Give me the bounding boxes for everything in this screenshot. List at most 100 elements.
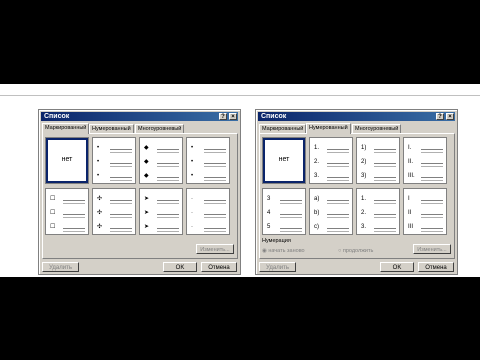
text-placeholder-line	[421, 217, 443, 218]
list-style-option[interactable]: нет	[45, 137, 89, 184]
text-placeholder-line	[157, 228, 179, 229]
list-sample-row: •	[191, 172, 226, 181]
delete-button[interactable]: Удалить	[259, 262, 296, 272]
text-placeholder-line	[157, 217, 179, 218]
continue-radio[interactable]: ○ продолжить	[338, 248, 373, 254]
text-placeholder-line	[421, 163, 443, 164]
change-button[interactable]: Изменить...	[196, 244, 234, 254]
list-marker: •	[97, 159, 100, 165]
dialog-titlebar: Список ? ×	[41, 112, 238, 121]
text-placeholder-line	[374, 177, 396, 178]
text-placeholder-line	[110, 231, 132, 232]
tab-bulleted[interactable]: Маркированный	[42, 123, 90, 134]
list-marker: ✣	[97, 210, 103, 216]
list-sample-row: 1)	[361, 144, 396, 153]
list-marker: ➤	[144, 210, 150, 216]
list-sample-row: 3.	[314, 172, 349, 181]
text-placeholder-line	[157, 214, 179, 215]
list-marker: c)	[314, 224, 319, 230]
text-placeholder-line	[110, 166, 132, 167]
separator-line	[0, 95, 480, 96]
list-dialog-numbered: Список ? × Маркированный Нумерованный Мн…	[255, 109, 458, 275]
list-style-option[interactable]: • • •	[186, 137, 230, 184]
list-style-option[interactable]: 1. 2. 3.	[356, 188, 400, 235]
list-marker: 5	[267, 224, 271, 230]
list-sample-row: ☐	[50, 209, 85, 218]
list-style-option[interactable]: 3 4 5	[262, 188, 306, 235]
text-placeholder-line	[157, 180, 179, 181]
list-marker: 2.	[361, 210, 367, 216]
text-placeholder-line	[327, 163, 349, 164]
list-marker: ✣	[97, 224, 103, 230]
text-placeholder-line	[327, 180, 349, 181]
text-placeholder-line	[421, 228, 443, 229]
list-sample-row: 3.	[361, 223, 396, 232]
list-sample-row: I.	[408, 144, 443, 153]
list-marker: a)	[314, 196, 320, 202]
tab-numbered[interactable]: Нумерованный	[306, 123, 351, 134]
list-style-option[interactable]: 1) 2) 3)	[356, 137, 400, 184]
text-placeholder-line	[421, 214, 443, 215]
cancel-button[interactable]: Отмена	[418, 262, 454, 272]
list-marker: I	[408, 196, 410, 202]
list-style-option[interactable]: I. II. III.	[403, 137, 447, 184]
list-style-option[interactable]: · · ·	[186, 188, 230, 235]
text-placeholder-line	[421, 200, 443, 201]
text-placeholder-line	[157, 163, 179, 164]
ok-button[interactable]: OK	[380, 262, 414, 272]
list-sample-row: 5	[267, 223, 302, 232]
list-sample-row: a)	[314, 195, 349, 204]
list-marker: ◆	[144, 173, 149, 179]
text-placeholder-line	[157, 149, 179, 150]
list-style-option[interactable]: ☐ ☐ ☐	[45, 188, 89, 235]
style-gallery: нет • • • ◆ ◆ ◆ • • • ☐ ☐ ☐ ✣ ✣ ✣ ➤ ➤ ➤ · · ·	[45, 137, 233, 241]
list-style-option[interactable]: 1. 2. 3.	[309, 137, 353, 184]
list-sample-row: •	[191, 144, 226, 153]
list-style-option[interactable]: ✣ ✣ ✣	[92, 188, 136, 235]
text-placeholder-line	[204, 217, 226, 218]
list-marker: ·	[191, 196, 193, 202]
text-placeholder-line	[157, 177, 179, 178]
text-placeholder-line	[374, 217, 396, 218]
list-marker: •	[191, 173, 194, 179]
delete-button[interactable]: Удалить	[42, 262, 79, 272]
question-icon[interactable]: ?	[219, 113, 227, 120]
list-sample-row: •	[97, 144, 132, 153]
list-style-option[interactable]: I II III	[403, 188, 447, 235]
text-placeholder-line	[327, 228, 349, 229]
list-sample-row: ·	[191, 223, 226, 232]
list-style-option[interactable]: • • •	[92, 137, 136, 184]
text-placeholder-line	[204, 228, 226, 229]
close-icon[interactable]: ×	[446, 113, 454, 120]
text-placeholder-line	[374, 214, 396, 215]
restart-radio[interactable]: ◉ начать заново	[262, 248, 305, 254]
ok-button[interactable]: OK	[163, 262, 197, 272]
change-button[interactable]: Изменить...	[413, 244, 451, 254]
list-style-option[interactable]: a) b) c)	[309, 188, 353, 235]
list-style-option[interactable]: ➤ ➤ ➤	[139, 188, 183, 235]
question-icon[interactable]: ?	[436, 113, 444, 120]
list-sample-row: ☐	[50, 195, 85, 204]
list-style-option[interactable]: нет	[262, 137, 306, 184]
list-marker: 4	[267, 210, 271, 216]
list-marker: •	[191, 145, 194, 151]
text-placeholder-line	[204, 152, 226, 153]
text-placeholder-line	[157, 200, 179, 201]
close-icon[interactable]: ×	[229, 113, 237, 120]
text-placeholder-line	[204, 163, 226, 164]
text-placeholder-line	[374, 163, 396, 164]
text-placeholder-line	[110, 177, 132, 178]
text-placeholder-line	[421, 166, 443, 167]
list-style-option[interactable]: ◆ ◆ ◆	[139, 137, 183, 184]
style-gallery: нет 1. 2. 3. 1) 2) 3) I. II. III. 3 4 5 a) b) c) 1. 2. 3. I…	[262, 137, 450, 241]
list-sample-row: 3	[267, 195, 302, 204]
text-placeholder-line	[280, 214, 302, 215]
list-marker: 1.	[314, 145, 320, 151]
text-placeholder-line	[280, 231, 302, 232]
list-sample-row: •	[191, 158, 226, 167]
text-placeholder-line	[280, 203, 302, 204]
list-sample-row: 1.	[314, 144, 349, 153]
text-placeholder-line	[204, 200, 226, 201]
cancel-button[interactable]: Отмена	[201, 262, 237, 272]
text-placeholder-line	[157, 203, 179, 204]
